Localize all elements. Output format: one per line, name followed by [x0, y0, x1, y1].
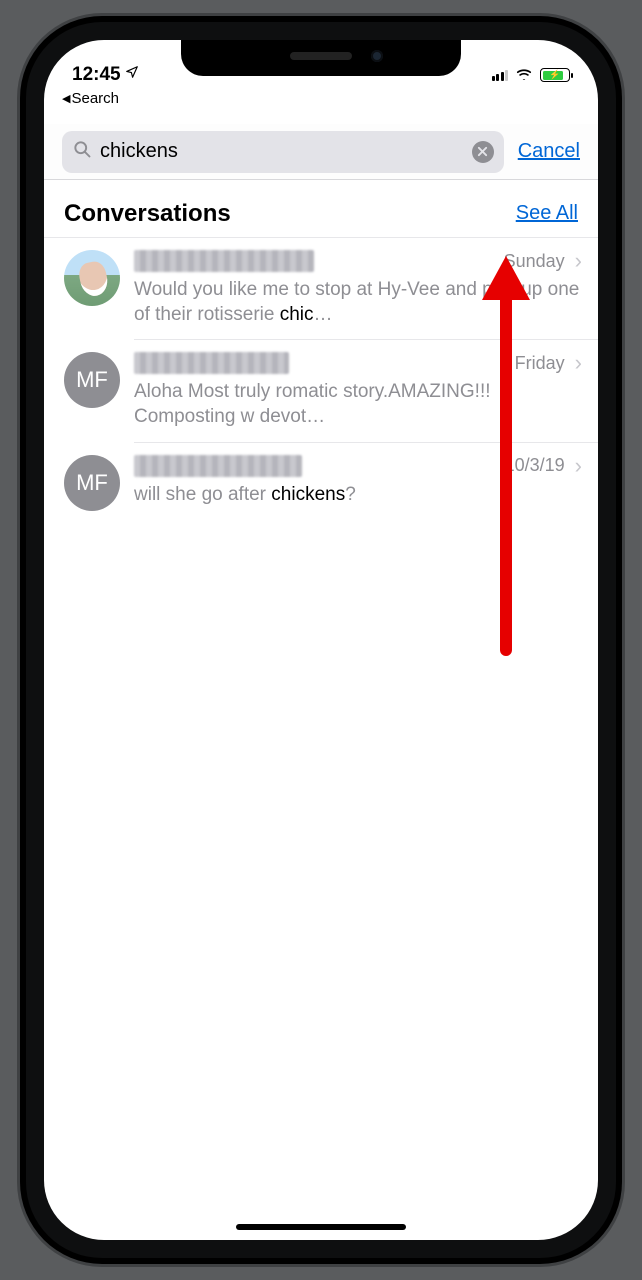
conversation-time: Friday	[515, 353, 565, 374]
back-to-app-label: Search	[71, 90, 119, 107]
clear-search-button[interactable]	[472, 141, 494, 163]
conversation-preview: Aloha Most truly romatic story.AMAZING!!…	[134, 380, 586, 429]
search-icon	[72, 139, 92, 164]
chevron-right-icon: ›	[575, 453, 582, 479]
search-field[interactable]	[62, 131, 504, 173]
contact-name-redacted	[134, 250, 314, 272]
conversation-preview: will she go after chickens?	[134, 483, 586, 508]
avatar: MF	[64, 352, 120, 408]
avatar: MF	[64, 455, 120, 511]
conversation-row[interactable]: Sunday › Would you like me to stop at Hy-V…	[44, 238, 598, 340]
wifi-icon	[514, 64, 534, 86]
home-indicator[interactable]	[236, 1224, 406, 1230]
chevron-right-icon: ›	[575, 248, 582, 274]
device-notch	[181, 40, 461, 76]
contact-name-redacted	[134, 455, 302, 477]
conversation-row[interactable]: MF Friday › Aloha Most truly romatic story.…	[44, 340, 598, 442]
status-time: 12:45	[72, 64, 121, 86]
back-to-app-link[interactable]: ◀ Search	[62, 90, 119, 107]
conversation-preview: Would you like me to stop at Hy-Vee and …	[134, 278, 586, 327]
section-title: Conversations	[64, 200, 231, 228]
cancel-button[interactable]: Cancel	[518, 140, 580, 163]
cellular-signal-icon	[492, 69, 509, 81]
section-header: Conversations See All	[44, 190, 598, 238]
avatar	[64, 250, 120, 306]
conversation-time: 10/3/19	[505, 455, 565, 476]
chevron-right-icon: ›	[575, 350, 582, 376]
contact-name-redacted	[134, 352, 289, 374]
conversation-row[interactable]: MF 10/3/19 › will she go after chickens?	[44, 443, 598, 533]
battery-icon: ⚡	[540, 68, 570, 82]
back-arrow-icon: ◀	[62, 92, 70, 105]
results-list: Sunday › Would you like me to stop at Hy-V…	[44, 238, 598, 533]
conversation-time: Sunday	[504, 251, 565, 272]
location-arrow-icon	[125, 65, 139, 83]
see-all-button[interactable]: See All	[516, 202, 578, 225]
search-header: Cancel	[44, 124, 598, 180]
search-input[interactable]	[100, 140, 464, 163]
